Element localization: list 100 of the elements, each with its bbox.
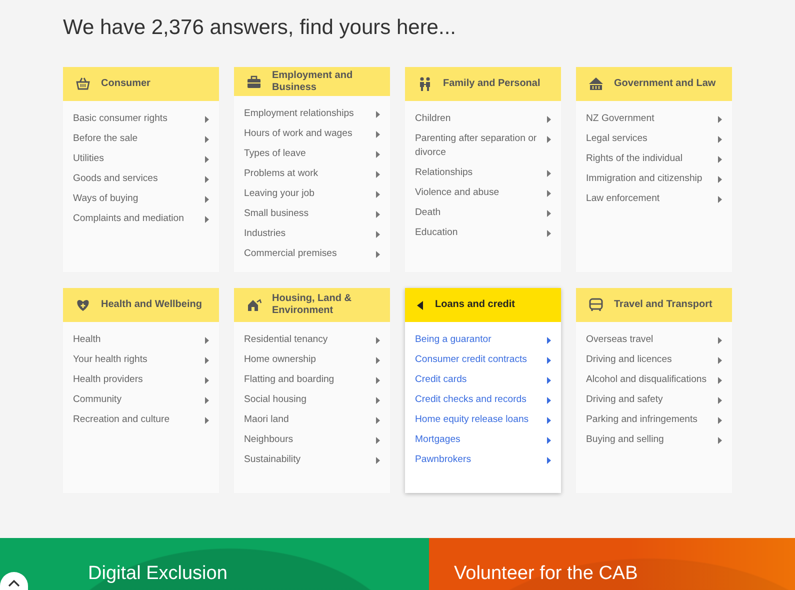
caret-right-icon bbox=[205, 417, 209, 424]
topic-link[interactable]: Leaving your job bbox=[244, 184, 390, 204]
topic-link[interactable]: Sustainability bbox=[244, 450, 390, 470]
category-header[interactable]: Employment and Business bbox=[234, 67, 390, 96]
caret-right-icon bbox=[718, 417, 722, 424]
bus-icon bbox=[588, 297, 604, 313]
topic-link[interactable]: Problems at work bbox=[244, 164, 390, 184]
topic-link[interactable]: Credit checks and records bbox=[415, 390, 561, 410]
category-header[interactable]: Housing, Land & Environment bbox=[234, 288, 390, 322]
caret-right-icon bbox=[547, 357, 551, 364]
topic-link[interactable]: Hours of work and wages bbox=[244, 124, 390, 144]
caret-right-icon bbox=[376, 337, 380, 344]
caret-right-icon bbox=[376, 111, 380, 118]
topic-link[interactable]: Before the sale bbox=[73, 129, 219, 149]
heart-icon bbox=[75, 297, 91, 313]
topic-link[interactable]: Consumer credit contracts bbox=[415, 350, 561, 370]
topic-link[interactable]: Driving and licences bbox=[586, 350, 732, 370]
topic-link[interactable]: Maori land bbox=[244, 410, 390, 430]
caret-right-icon bbox=[718, 116, 722, 123]
caret-right-icon bbox=[547, 230, 551, 237]
topic-link[interactable]: Death bbox=[415, 203, 561, 223]
topic-link[interactable]: Children bbox=[415, 109, 561, 129]
caret-right-icon bbox=[376, 357, 380, 364]
topic-link[interactable]: Complaints and mediation bbox=[73, 209, 219, 229]
basket-icon bbox=[75, 76, 91, 92]
topic-link[interactable]: Recreation and culture bbox=[73, 410, 219, 430]
topic-link[interactable]: Parenting after separation or divorce bbox=[415, 129, 561, 163]
caret-right-icon bbox=[376, 171, 380, 178]
topic-link[interactable]: Health bbox=[73, 330, 219, 350]
topic-link[interactable]: Home ownership bbox=[244, 350, 390, 370]
caret-right-icon bbox=[718, 156, 722, 163]
caret-right-icon bbox=[547, 457, 551, 464]
promo-banner[interactable]: Volunteer for the CAB bbox=[429, 538, 795, 590]
caret-right-icon bbox=[547, 377, 551, 384]
topic-link[interactable]: Legal services bbox=[586, 129, 732, 149]
caret-right-icon bbox=[718, 437, 722, 444]
topic-link[interactable]: Buying and selling bbox=[586, 430, 732, 450]
banner-title: Volunteer for the CAB bbox=[454, 563, 638, 584]
category-header[interactable]: Government and Law bbox=[576, 67, 732, 101]
caret-right-icon bbox=[376, 211, 380, 218]
promo-banner[interactable]: Digital Exclusion bbox=[0, 538, 429, 590]
caret-right-icon bbox=[376, 191, 380, 198]
topic-link[interactable]: Flatting and boarding bbox=[244, 370, 390, 390]
category-header[interactable]: Consumer bbox=[63, 67, 219, 101]
caret-right-icon bbox=[205, 196, 209, 203]
caret-right-icon bbox=[718, 337, 722, 344]
topic-link[interactable]: Violence and abuse bbox=[415, 183, 561, 203]
topic-link[interactable]: Small business bbox=[244, 204, 390, 224]
caret-right-icon bbox=[718, 136, 722, 143]
topic-link[interactable]: Types of leave bbox=[244, 144, 390, 164]
caret-right-icon bbox=[547, 136, 551, 143]
topic-link[interactable]: Goods and services bbox=[73, 169, 219, 189]
caret-right-icon bbox=[718, 196, 722, 203]
topic-link[interactable]: Law enforcement bbox=[586, 189, 732, 209]
topic-link[interactable]: Rights of the individual bbox=[586, 149, 732, 169]
topic-link[interactable]: Your health rights bbox=[73, 350, 219, 370]
caret-right-icon bbox=[205, 337, 209, 344]
topic-link[interactable]: Residential tenancy bbox=[244, 330, 390, 350]
people-icon bbox=[417, 76, 433, 92]
caret-right-icon bbox=[718, 377, 722, 384]
caret-right-icon bbox=[376, 251, 380, 258]
topic-link[interactable]: Ways of buying bbox=[73, 189, 219, 209]
caret-right-icon bbox=[547, 116, 551, 123]
category-header[interactable]: Loans and credit bbox=[405, 288, 561, 322]
topic-link[interactable]: Pawnbrokers bbox=[415, 450, 561, 470]
topic-link[interactable]: Home equity release loans bbox=[415, 410, 561, 430]
topic-link[interactable]: Education bbox=[415, 223, 561, 243]
topic-link[interactable]: Utilities bbox=[73, 149, 219, 169]
topic-link[interactable]: Alcohol and disqualifications bbox=[586, 370, 732, 390]
topic-link[interactable]: Driving and safety bbox=[586, 390, 732, 410]
category-header[interactable]: Health and Wellbeing bbox=[63, 288, 219, 322]
topic-link[interactable]: Immigration and citizenship bbox=[586, 169, 732, 189]
caret-right-icon bbox=[547, 210, 551, 217]
topic-link[interactable]: Industries bbox=[244, 224, 390, 244]
caret-right-icon bbox=[718, 357, 722, 364]
topic-link[interactable]: Employment relationships bbox=[244, 104, 390, 124]
caret-right-icon bbox=[205, 397, 209, 404]
caret-right-icon bbox=[376, 231, 380, 238]
briefcase-icon bbox=[246, 74, 262, 90]
topic-link[interactable]: Social housing bbox=[244, 390, 390, 410]
topic-link[interactable]: Basic consumer rights bbox=[73, 109, 219, 129]
caret-right-icon bbox=[547, 190, 551, 197]
topic-link[interactable]: Neighbours bbox=[244, 430, 390, 450]
category-header[interactable]: Travel and Transport bbox=[576, 288, 732, 322]
topic-link[interactable]: Being a guarantor bbox=[415, 330, 561, 350]
topic-link[interactable]: Credit cards bbox=[415, 370, 561, 390]
caret-right-icon bbox=[205, 136, 209, 143]
topic-link[interactable]: Commercial premises bbox=[244, 244, 390, 264]
caret-right-icon bbox=[376, 377, 380, 384]
topic-link[interactable]: Mortgages bbox=[415, 430, 561, 450]
caret-right-icon bbox=[205, 176, 209, 183]
topic-link[interactable]: Community bbox=[73, 390, 219, 410]
building-icon bbox=[588, 76, 604, 92]
category-header[interactable]: Family and Personal bbox=[405, 67, 561, 101]
topic-link[interactable]: Overseas travel bbox=[586, 330, 732, 350]
topic-link[interactable]: NZ Government bbox=[586, 109, 732, 129]
topic-link[interactable]: Parking and infringements bbox=[586, 410, 732, 430]
topic-link[interactable]: Relationships bbox=[415, 163, 561, 183]
topic-link[interactable]: Health providers bbox=[73, 370, 219, 390]
chevron-up-icon bbox=[8, 579, 20, 587]
